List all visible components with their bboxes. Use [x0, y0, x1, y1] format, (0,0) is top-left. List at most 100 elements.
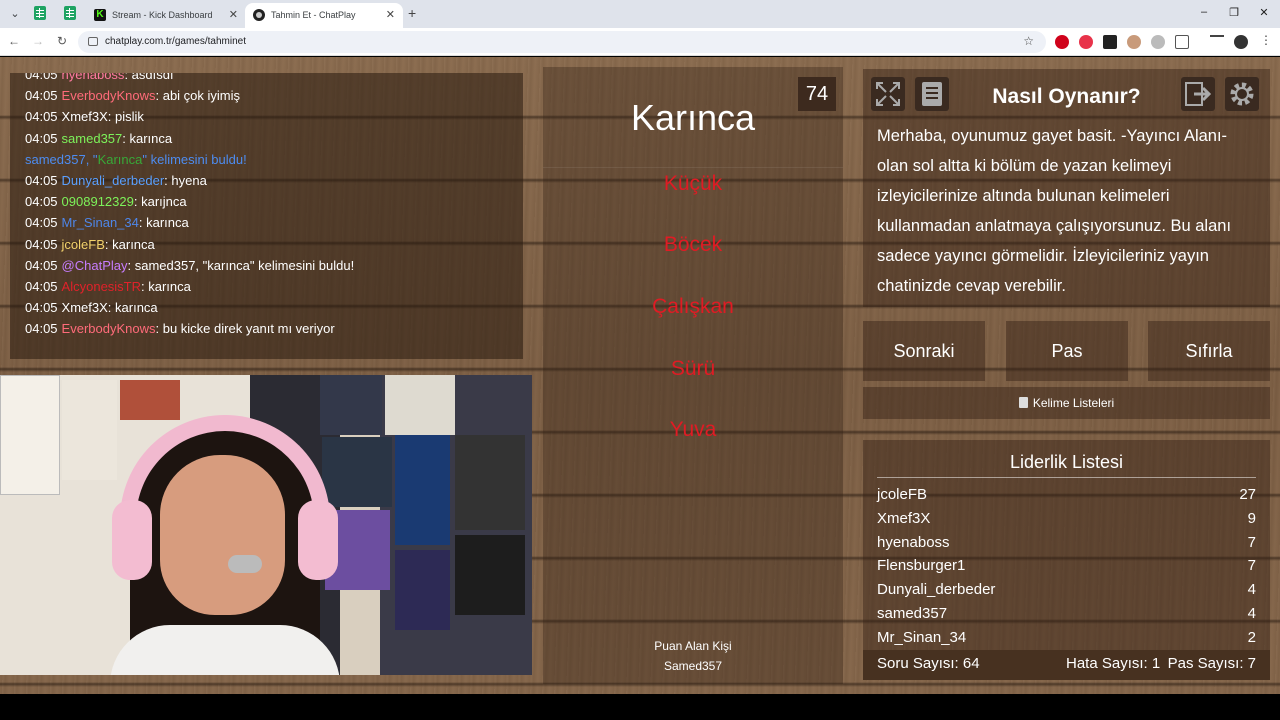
logout-icon[interactable]	[1181, 77, 1215, 111]
chat-timestamp: 04:05	[25, 194, 58, 210]
browser-menu-icon[interactable]: ⋮	[1260, 33, 1274, 47]
chat-text: : samed357, "karınca" kelimesini buldu!	[127, 257, 355, 273]
chat-text: : karınca	[104, 236, 155, 252]
site-info-icon[interactable]	[88, 37, 98, 46]
chat-text: : abi çok iyimiş	[155, 88, 241, 104]
chat-timestamp: 04:05	[25, 173, 58, 188]
reload-icon[interactable]: ↻	[54, 34, 70, 48]
player-score: 2	[1247, 628, 1256, 646]
poster	[0, 375, 60, 495]
chat-username[interactable]: Xmef3X	[62, 300, 108, 315]
chat-message: 04:05 Mr_Sinan_34: karınca	[25, 215, 189, 230]
chat-panel: 04:05 hyenaboss: asdfsdf 04:05 EverbodyKnow…	[10, 73, 523, 359]
question-count: Soru Sayısı: 64	[877, 655, 980, 672]
player-name: Mr_Sinan_34	[877, 628, 967, 646]
player-name: samed357	[877, 605, 948, 622]
chat-text: : karınca	[138, 215, 189, 231]
minimize-icon[interactable]: –	[1195, 6, 1213, 18]
poster	[395, 550, 450, 630]
profile-avatar[interactable]	[1234, 35, 1248, 49]
chat-text: : karınca	[107, 300, 158, 316]
player-name: hyenaboss	[877, 533, 950, 551]
word-lists-button[interactable]: Kelime Listeleri	[863, 387, 1270, 419]
chat-message: 04:05 Xmef3X: pislik	[25, 109, 144, 124]
chat-text: : bu kicke direk yanıt mı veriyor	[155, 321, 335, 337]
opera-extension-icon[interactable]	[1055, 35, 1069, 49]
chat-timestamp: 04:05	[25, 130, 58, 146]
chat-text: : karıjnca	[133, 194, 187, 210]
close-window-icon[interactable]: ✕	[1255, 6, 1273, 19]
chat-timestamp: 04:05	[25, 215, 58, 231]
chat-message: 04:05 0908912329: karıjnca	[25, 194, 187, 209]
back-icon[interactable]: ←	[6, 34, 22, 48]
chat-username[interactable]: EverbodyKnows	[62, 88, 156, 103]
new-tab-icon[interactable]: +	[408, 5, 416, 21]
chat-username[interactable]: 0908912329	[62, 194, 134, 209]
shield-icon[interactable]	[1151, 35, 1165, 49]
tab-chatplay[interactable]: Tahmin Et - ChatPlay ✕	[245, 3, 403, 28]
pinned-tab-sheets-2[interactable]	[62, 5, 80, 23]
forward-icon[interactable]: →	[30, 34, 46, 48]
player-score: 4	[1247, 581, 1256, 599]
leaderboard-row: samed357 4	[877, 605, 1256, 627]
chat-username[interactable]: hyenaboss	[62, 73, 125, 82]
extension-icon[interactable]	[1079, 35, 1093, 49]
chat-message: 04:05 Dunyali_derbeder: hyena	[25, 173, 207, 188]
taboo-word: Küçük	[663, 172, 723, 195]
extension-icon[interactable]	[1127, 35, 1141, 49]
chat-username[interactable]: Mr_Sinan_34	[62, 215, 139, 230]
media-control-icon[interactable]	[1210, 35, 1224, 49]
browser-toolbar: ← → ↻ chatplay.com.tr/games/tahminet ☆ ⋮	[0, 28, 1280, 56]
streamer	[110, 415, 340, 675]
player-score: 9	[1247, 509, 1256, 527]
tab-kick-dashboard[interactable]: K Stream - Kick Dashboard ✕	[86, 3, 246, 28]
leaderboard-row: Dunyali_derbeder 4	[877, 581, 1256, 603]
chat-username[interactable]: Xmef3X	[62, 109, 108, 124]
chat-username[interactable]: samed357	[62, 131, 123, 146]
chat-timestamp: 04:05	[25, 88, 58, 104]
restore-icon[interactable]: ❐	[1225, 6, 1243, 19]
word-card: 74 Karınca Küçük Böcek Çalışkan Sürü Yuv…	[543, 67, 843, 684]
scorer-name: Samed357	[663, 659, 723, 673]
address-bar[interactable]: chatplay.com.tr/games/tahminet ☆	[78, 31, 1046, 53]
pass-button[interactable]: Pas	[1006, 321, 1128, 381]
chat-username[interactable]: EverbodyKnows	[62, 321, 156, 336]
target-word: Karınca	[630, 97, 756, 138]
tab-search-chevron-icon[interactable]: ⌄	[6, 5, 24, 23]
chat-username[interactable]: jcoleFB	[62, 237, 105, 252]
bookmark-star-icon[interactable]: ☆	[1023, 34, 1034, 48]
close-tab-icon[interactable]: ✕	[386, 8, 395, 21]
settings-gear-icon[interactable]	[1225, 77, 1259, 111]
pinned-tab-sheets-1[interactable]	[32, 5, 50, 23]
browser-tab-bar: ⌄ K Stream - Kick Dashboard ✕ Tahmin Et …	[0, 0, 1280, 28]
chat-message: 04:05 @ChatPlay: samed357, "karınca" keli…	[25, 258, 354, 273]
chat-message: 04:05 hyenaboss: asdfsdf	[25, 73, 174, 82]
chat-timestamp: 04:05	[25, 321, 58, 337]
chat-timestamp: 04:05	[25, 300, 58, 316]
chat-timestamp: 04:05	[25, 73, 58, 82]
close-tab-icon[interactable]: ✕	[229, 8, 238, 21]
chat-username[interactable]: @ChatPlay	[62, 258, 128, 273]
chat-text: : hyena	[164, 173, 207, 188]
poster	[62, 380, 117, 480]
leaderboard-row: hyenaboss 7	[877, 534, 1256, 556]
extensions-puzzle-icon[interactable]	[1175, 35, 1189, 49]
extension-icon[interactable]	[1103, 35, 1117, 49]
chat-username[interactable]: AlcyonesisTR	[62, 279, 141, 294]
chat-timestamp: 04:05	[25, 236, 58, 252]
chat-message: 04:05 jcoleFB: karınca	[25, 237, 155, 252]
kick-favicon-icon: K	[94, 9, 106, 21]
chat-text: : asdfsdf	[124, 73, 174, 82]
word-lists-label: Kelime Listeleri	[1032, 396, 1115, 410]
poster	[395, 435, 450, 545]
chat-username[interactable]: Dunyali_derbeder	[62, 173, 165, 188]
next-button[interactable]: Sonraki	[863, 321, 985, 381]
player-score: 7	[1247, 557, 1256, 575]
pass-count: Pas Sayısı: 7	[1167, 655, 1256, 672]
divider	[877, 477, 1256, 478]
url-text: chatplay.com.tr/games/tahminet	[105, 36, 246, 47]
player-name: Dunyali_derbeder	[877, 581, 996, 599]
headphone-earcup	[112, 500, 152, 580]
chat-timestamp: 04:05	[25, 109, 58, 125]
reset-button[interactable]: Sıfırla	[1148, 321, 1270, 381]
